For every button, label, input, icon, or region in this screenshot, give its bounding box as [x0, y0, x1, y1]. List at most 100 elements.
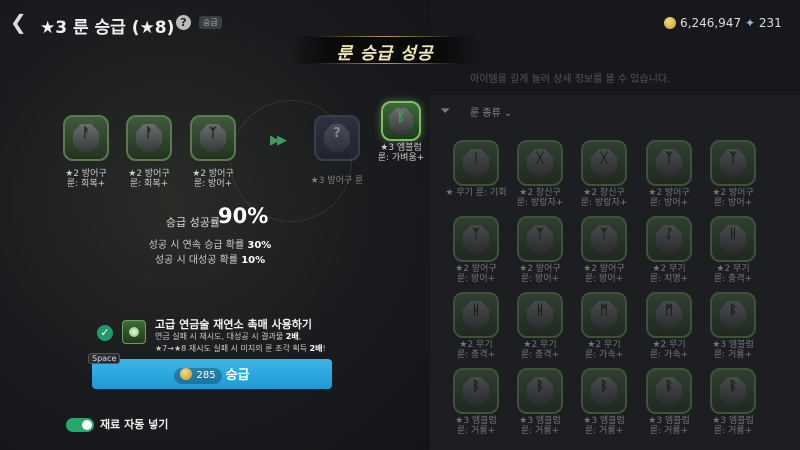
- rune-glyph: ᛗ: [665, 303, 673, 318]
- desc-value: 2배: [309, 344, 323, 353]
- rune-glyph: ᛒ: [600, 379, 608, 394]
- great-success-label: 성공 시 대성공 확률: [154, 255, 242, 266]
- gem-counter: ✦ 231: [745, 16, 782, 30]
- desc-value: 2배: [285, 332, 299, 341]
- material-slot-2[interactable]: ᚨ: [126, 115, 172, 161]
- material-slot-3[interactable]: ᛉ: [190, 115, 236, 161]
- rune-glyph: ᚷ: [536, 151, 544, 166]
- preview-slot: ?: [314, 115, 360, 161]
- inventory-rune-slot[interactable]: ᛉ: [517, 216, 563, 262]
- inventory-rune-caption: ★2 방어구 룬: 방어+: [693, 188, 773, 208]
- rune-glyph: ᛒ: [729, 303, 737, 318]
- inventory-rune-slot[interactable]: ᚺ: [453, 292, 499, 338]
- auto-fill-label: 재료 자동 넣기: [100, 418, 169, 431]
- rune-glyph: ᛉ: [600, 227, 608, 242]
- great-success-value: 10%: [241, 255, 266, 266]
- inventory-rune-slot[interactable]: ᛉ: [710, 140, 756, 186]
- inventory-rune-slot[interactable]: ᛇ: [646, 216, 692, 262]
- coin-icon: [664, 17, 676, 29]
- question-icon[interactable]: ?: [176, 15, 191, 30]
- cost-badge: 285: [174, 368, 222, 384]
- rune-glyph: ᚨ: [145, 126, 153, 141]
- rune-glyph: ᛇ: [665, 227, 673, 242]
- preview-caption: ★3 방어구 룬: [310, 176, 364, 186]
- inventory-rune-slot[interactable]: ᛗ: [581, 292, 627, 338]
- filter-icon[interactable]: ⏷: [440, 104, 450, 119]
- chevron-down-icon: ⌄: [503, 108, 513, 119]
- sort-dropdown[interactable]: 룬 종류 ⌄: [470, 104, 512, 119]
- caption-line: ★2 방어구: [192, 169, 234, 179]
- inventory-rune-caption: ★3 엠블럼 룬: 거룡+: [693, 416, 773, 436]
- result-caption: ★3 엠블럼 룬: 가벼움+: [361, 143, 441, 163]
- rune-glyph: ᛒ: [536, 379, 544, 394]
- rune-glyph: ᛒ: [397, 110, 405, 125]
- inventory-rune-caption: ★2 무기 룬: 충격+: [693, 264, 773, 284]
- inventory-rune-slot[interactable]: ᛉ: [581, 216, 627, 262]
- material-caption-3: ★2 방어구 룬: 방어+: [173, 169, 253, 189]
- inventory-rune-slot[interactable]: ᚺ: [710, 216, 756, 262]
- caption-line: ★2 무기: [716, 264, 750, 274]
- inventory-rune-slot[interactable]: ᛒ: [646, 368, 692, 414]
- caption-line: 룬: 방어+: [713, 198, 753, 208]
- tag-badge: 승급: [199, 16, 222, 29]
- caption-line: ★2 방어구: [712, 188, 754, 198]
- rune-glyph: ᛉ: [665, 151, 673, 166]
- auto-fill-toggle[interactable]: [66, 418, 94, 432]
- caption-line: ★3 엠블럼: [712, 416, 754, 426]
- rune-glyph: ᛉ: [472, 227, 480, 242]
- rune-glyph: ᚷ: [600, 151, 608, 166]
- inventory-rune-slot[interactable]: ᚷ: [517, 140, 563, 186]
- inventory-rune-slot[interactable]: ᛒ: [710, 292, 756, 338]
- rune-glyph: ᚺ: [472, 303, 480, 318]
- inventory-rune-slot[interactable]: ᛒ: [517, 368, 563, 414]
- caption-line: ★3 엠블럼: [380, 143, 422, 153]
- result-slot[interactable]: ᛒ: [381, 101, 421, 141]
- upgrade-button[interactable]: 285 승급: [92, 359, 332, 389]
- gem-icon: ✦: [745, 16, 759, 30]
- rune-glyph: ᛒ: [665, 379, 673, 394]
- banner-bottom-line: [310, 63, 460, 64]
- success-rate-label: 승급 성공률: [165, 216, 220, 229]
- gem-value: 231: [758, 16, 782, 30]
- caption-line: 룬: 방어+: [193, 179, 233, 189]
- inventory-rune-slot[interactable]: ᛒ: [581, 368, 627, 414]
- inventory-rune-slot[interactable]: ᛁ: [453, 140, 499, 186]
- inventory-rune-slot[interactable]: ᚺ: [517, 292, 563, 338]
- catalyst-option-title: 고급 연금술 재연소 촉매 사용하기: [155, 318, 312, 331]
- rune-glyph: ᚺ: [536, 303, 544, 318]
- rune-glyph: ᛉ: [729, 151, 737, 166]
- inventory-rune-slot[interactable]: ᛉ: [646, 140, 692, 186]
- desc-text: ★7→★8 재시도 실패 시 미지의 룬 조각 획득: [155, 344, 310, 353]
- success-rate-value: 90%: [218, 204, 269, 228]
- desc-text: 연금 실패 시 재시도, 대성공 시 결과물: [155, 332, 286, 341]
- inventory-hint: 아이템을 길게 눌러 상세 정보를 볼 수 있습니다.: [470, 74, 671, 85]
- rune-glyph: ᛗ: [600, 303, 608, 318]
- success-banner: 룬 승급 성공: [290, 36, 480, 64]
- catalyst-desc-1: 연금 실패 시 재시도, 대성공 시 결과물 2배,: [155, 331, 301, 342]
- arrow-right-icon: ▶▶: [270, 133, 287, 148]
- catalyst-item-icon: [122, 320, 146, 344]
- inventory-rune-slot[interactable]: ᛗ: [646, 292, 692, 338]
- inventory-rune-caption: ★3 엠블럼 룬: 거룡+: [693, 340, 773, 360]
- desc-text: ,: [298, 332, 302, 341]
- back-icon[interactable]: ❮: [10, 10, 27, 34]
- rune-glyph: ᛒ: [729, 379, 737, 394]
- checkmark-icon[interactable]: ✓: [97, 325, 113, 341]
- caption-line: 룬: 충격+: [713, 274, 753, 284]
- gold-value: 6,246,947: [680, 16, 742, 30]
- caption-line: 룬: 거룡+: [713, 426, 753, 436]
- inventory-rune-slot[interactable]: ᚷ: [581, 140, 627, 186]
- rune-glyph: ᚨ: [82, 126, 90, 141]
- banner-text: 룬 승급 성공: [336, 44, 434, 64]
- rune-glyph: ᛁ: [472, 151, 480, 166]
- chain-rate-value: 30%: [247, 240, 272, 251]
- caption-line: 룬: 가벼움+: [377, 153, 425, 163]
- inventory-rune-slot[interactable]: ᛒ: [453, 368, 499, 414]
- inventory-rune-slot[interactable]: ᛉ: [453, 216, 499, 262]
- space-key-hint: Space: [88, 353, 121, 364]
- cost-value: 285: [196, 370, 216, 381]
- inventory-rune-slot[interactable]: ᛒ: [710, 368, 756, 414]
- material-slot-1[interactable]: ᚨ: [63, 115, 109, 161]
- rune-glyph: ᚺ: [729, 227, 737, 242]
- coin-icon: [180, 368, 193, 380]
